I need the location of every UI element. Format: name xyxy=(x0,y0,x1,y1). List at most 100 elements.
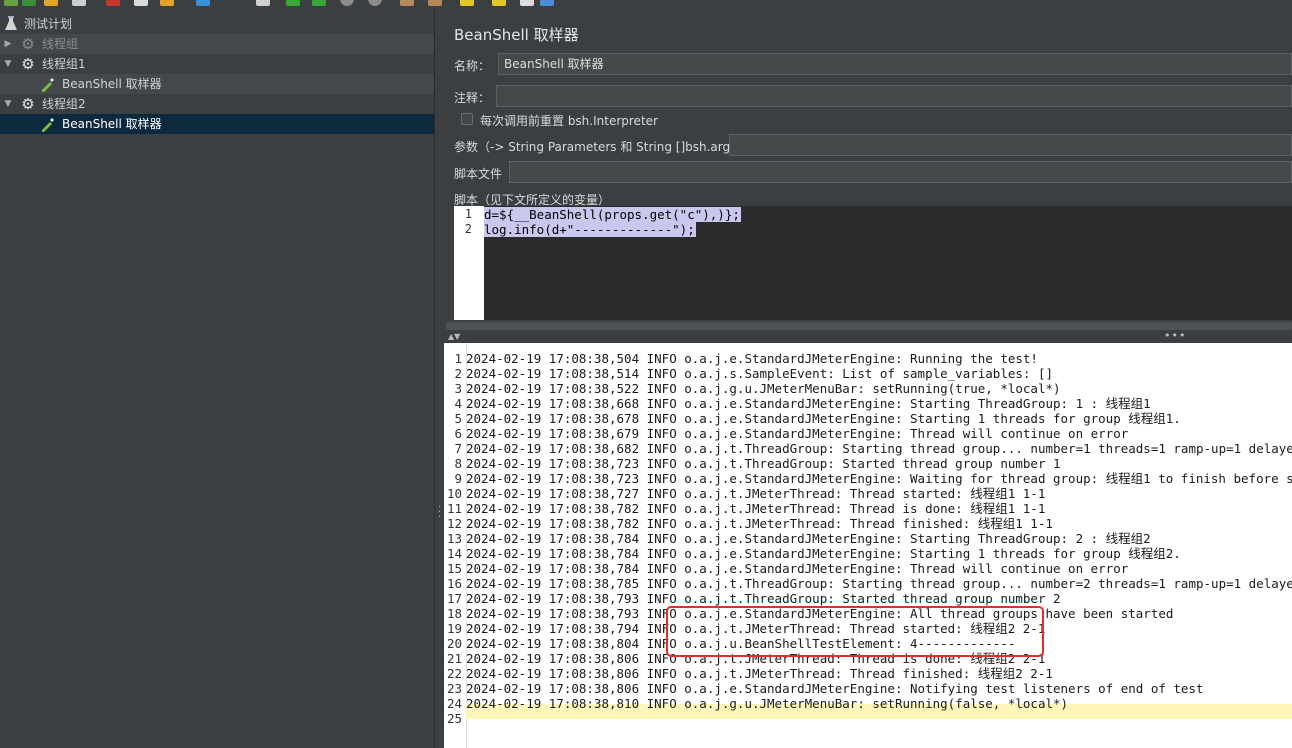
drag-handle-icon: ••• xyxy=(1164,329,1187,342)
toolbar-icon[interactable] xyxy=(106,0,120,6)
log-line-number: 17 xyxy=(446,591,462,606)
log-line: 2024-02-19 17:08:38,806 INFO o.a.j.t.JMe… xyxy=(466,666,1053,681)
sampler-config-panel: BeanShell 取样器 名称： BeanShell 取样器 注释： 每次调用… xyxy=(444,8,1292,748)
drag-handle-icon: · · · xyxy=(438,502,442,523)
pipette-icon xyxy=(40,116,56,132)
log-line-number: 6 xyxy=(454,426,462,441)
toolbar-icon[interactable] xyxy=(196,0,210,6)
line-number: 1 xyxy=(464,207,472,221)
collapse-arrow-icon[interactable]: ▼ xyxy=(3,94,13,114)
log-line-number: 16 xyxy=(446,576,462,591)
toolbar-icon[interactable] xyxy=(340,0,354,6)
log-line-number: 19 xyxy=(446,621,462,636)
script-file-label: 脚本文件 xyxy=(454,167,503,181)
toolbar-icon[interactable] xyxy=(460,0,474,6)
toolbar-icon[interactable] xyxy=(368,0,382,6)
tree-item-thread-group-1[interactable]: ▼ ⚙ 线程组1 xyxy=(0,54,434,74)
toolbar-icon[interactable] xyxy=(428,0,442,6)
toolbar xyxy=(0,0,1292,8)
annotation-highlight-box xyxy=(666,606,1044,657)
toolbar-icon[interactable] xyxy=(160,0,174,6)
log-line: 2024-02-19 17:08:38,678 INFO o.a.j.e.Sta… xyxy=(466,411,1181,426)
log-line-number: 7 xyxy=(454,441,462,456)
log-line: 2024-02-19 17:08:38,810 INFO o.a.j.g.u.J… xyxy=(466,696,1069,711)
toolbar-icon[interactable] xyxy=(4,0,18,6)
reset-interpreter-label: 每次调用前重置 bsh.Interpreter xyxy=(480,114,658,128)
tree-item-thread-group-disabled[interactable]: ▶ ⚙ 线程组 xyxy=(0,34,434,54)
reset-interpreter-checkbox[interactable] xyxy=(461,113,473,125)
log-line: 2024-02-19 17:08:38,668 INFO o.a.j.e.Sta… xyxy=(466,396,1151,411)
parameters-field[interactable] xyxy=(729,134,1292,156)
log-line: 2024-02-19 17:08:38,784 INFO o.a.j.e.Sta… xyxy=(466,546,1181,561)
log-line-number: 2 xyxy=(454,366,462,381)
flask-icon xyxy=(3,16,19,32)
comment-label: 注释： xyxy=(454,91,491,105)
log-line-number: 10 xyxy=(446,486,462,501)
horizontal-splitter[interactable]: ▲▼ ••• xyxy=(444,329,1292,343)
log-line: 2024-02-19 17:08:38,782 INFO o.a.j.t.JMe… xyxy=(466,501,1046,516)
toolbar-icon[interactable] xyxy=(312,0,326,6)
log-line: 2024-02-19 17:08:38,785 INFO o.a.j.t.Thr… xyxy=(466,576,1292,591)
log-line: 2024-02-19 17:08:38,723 INFO o.a.j.t.Thr… xyxy=(466,456,1061,471)
log-line-number: 20 xyxy=(446,636,462,651)
pipette-icon xyxy=(40,76,56,92)
tree-item-label: BeanShell 取样器 xyxy=(62,117,162,131)
name-field[interactable]: BeanShell 取样器 xyxy=(498,53,1292,75)
log-text-area[interactable]: 2024-02-19 17:08:38,504 INFO o.a.j.e.Sta… xyxy=(466,343,1292,748)
test-plan-tree: 测试计划 ▶ ⚙ 线程组 ▼ ⚙ 线程组1 BeanShell 取样器 ▼ ⚙ … xyxy=(0,8,434,748)
log-line-number: 15 xyxy=(446,561,462,576)
log-line-number: 23 xyxy=(446,681,462,696)
log-line: 2024-02-19 17:08:38,514 INFO o.a.j.s.Sam… xyxy=(466,366,1053,381)
script-line-gutter: 1 2 xyxy=(454,206,484,320)
log-line-number: 21 xyxy=(446,651,462,666)
comment-field[interactable] xyxy=(496,85,1292,107)
log-line: 2024-02-19 17:08:38,806 INFO o.a.j.e.Sta… xyxy=(466,681,1204,696)
log-line-number: 11 xyxy=(446,501,462,516)
gear-icon: ⚙ xyxy=(21,55,35,73)
toolbar-icon[interactable] xyxy=(520,0,534,6)
code-line: d=${__BeanShell(props.get("c"),)}; xyxy=(484,207,741,222)
toolbar-icon[interactable] xyxy=(286,0,300,6)
collapse-arrow-icon[interactable]: ▼ xyxy=(3,54,13,74)
log-line-number: 24 xyxy=(446,696,462,711)
log-viewer[interactable]: 1 2 3 4 5 6 7 8 9 10 11 12 13 14 15 16 17 18 19 20 21 22 23 24 2… xyxy=(444,343,1292,748)
log-line-number: 5 xyxy=(454,411,462,426)
log-line: 2024-02-19 17:08:38,723 INFO o.a.j.e.Sta… xyxy=(466,471,1292,486)
script-file-field[interactable] xyxy=(509,161,1292,183)
script-editor[interactable]: 1 2 d=${__BeanShell(props.get("c"),)}; l… xyxy=(454,206,1292,320)
toolbar-icon[interactable] xyxy=(72,0,86,6)
name-label: 名称： xyxy=(454,59,491,73)
gear-icon: ⚙ xyxy=(21,35,35,53)
toolbar-icon[interactable] xyxy=(540,0,554,6)
log-line-number: 22 xyxy=(446,666,462,681)
log-line-number: 25 xyxy=(446,711,462,726)
toolbar-icon[interactable] xyxy=(44,0,58,6)
page-title: BeanShell 取样器 xyxy=(454,26,579,44)
script-code-area[interactable]: d=${__BeanShell(props.get("c"),)}; log.i… xyxy=(484,206,1292,320)
tree-item-test-plan[interactable]: 测试计划 xyxy=(0,14,434,34)
tree-item-beanshell-sampler-2[interactable]: BeanShell 取样器 xyxy=(0,114,434,134)
expand-arrow-icon[interactable]: ▶ xyxy=(3,34,13,54)
tree-item-label: 线程组2 xyxy=(42,97,86,111)
log-line: 2024-02-19 17:08:38,682 INFO o.a.j.t.Thr… xyxy=(466,441,1292,456)
log-line-number: 13 xyxy=(446,531,462,546)
toolbar-icon[interactable] xyxy=(400,0,414,6)
toolbar-icon[interactable] xyxy=(134,0,148,6)
collapse-arrows-icon[interactable]: ▲▼ xyxy=(448,332,460,341)
log-line-number: 9 xyxy=(454,471,462,486)
toolbar-icon[interactable] xyxy=(492,0,506,6)
log-line-number: 18 xyxy=(446,606,462,621)
log-line: 2024-02-19 17:08:38,784 INFO o.a.j.e.Sta… xyxy=(466,531,1151,546)
log-line: 2024-02-19 17:08:38,679 INFO o.a.j.e.Sta… xyxy=(466,426,1129,441)
log-line-number: 14 xyxy=(446,546,462,561)
log-line: 2024-02-19 17:08:38,782 INFO o.a.j.t.JMe… xyxy=(466,516,1053,531)
log-line-number: 8 xyxy=(454,456,462,471)
line-number: 2 xyxy=(464,222,472,236)
toolbar-icon[interactable] xyxy=(256,0,270,6)
tree-item-label: 测试计划 xyxy=(24,17,73,31)
log-line-gutter: 1 2 3 4 5 6 7 8 9 10 11 12 13 14 15 16 17 18 19 20 21 22 23 24 2… xyxy=(444,343,467,748)
tree-item-beanshell-sampler-1[interactable]: BeanShell 取样器 xyxy=(0,74,434,94)
tree-item-label: BeanShell 取样器 xyxy=(62,77,162,91)
toolbar-icon[interactable] xyxy=(22,0,36,6)
tree-item-thread-group-2[interactable]: ▼ ⚙ 线程组2 xyxy=(0,94,434,114)
